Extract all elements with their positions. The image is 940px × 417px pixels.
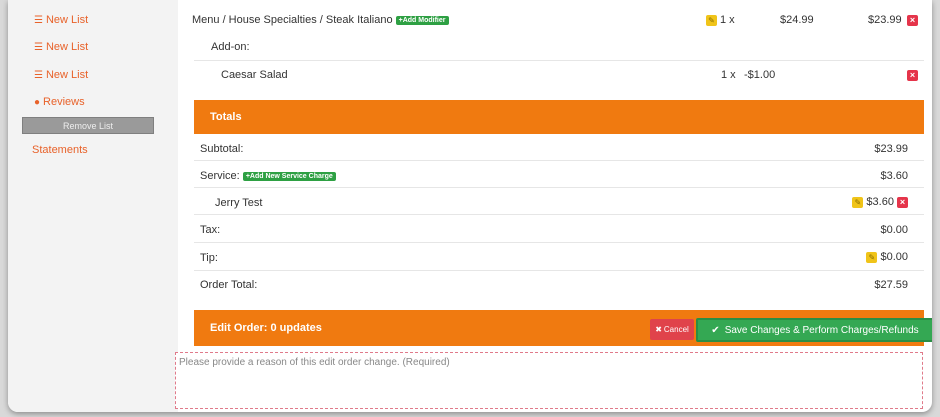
item-name: Menu / House Specialties / Steak Italian… bbox=[192, 14, 393, 26]
subtotal-label: Subtotal: bbox=[200, 143, 244, 155]
service-row: Service: +Add New Service Charge bbox=[200, 170, 336, 182]
edit-icon[interactable]: ✎ bbox=[706, 15, 717, 26]
sidebar-item-label: Reviews bbox=[43, 96, 85, 108]
divider bbox=[194, 214, 924, 215]
item-price: $24.99 bbox=[780, 14, 814, 26]
service-label: Service: bbox=[200, 170, 240, 182]
tax-value: $0.00 bbox=[880, 224, 908, 236]
delete-icon[interactable]: × bbox=[907, 15, 918, 26]
cancel-label: Cancel bbox=[663, 325, 689, 334]
tip-label: Tip: bbox=[200, 252, 218, 264]
comments-icon: ● bbox=[34, 96, 41, 108]
reason-textarea[interactable] bbox=[175, 352, 923, 409]
list-icon: ☰ bbox=[34, 69, 43, 81]
sidebar-item-label: New List bbox=[45, 41, 89, 53]
sidebar-item-new-list-1[interactable]: ☰ New List bbox=[34, 14, 88, 26]
tax-label: Tax: bbox=[200, 224, 221, 236]
divider bbox=[194, 270, 924, 271]
subtotal-value: $23.99 bbox=[874, 143, 908, 155]
sidebar-item-new-list-2[interactable]: ☰ New List bbox=[34, 41, 88, 53]
item-qty: 1 x bbox=[720, 14, 735, 26]
sidebar-item-reviews[interactable]: ● Reviews bbox=[34, 96, 85, 108]
sidebar-item-new-list-3[interactable]: ☰ New List bbox=[34, 69, 88, 81]
close-icon: ✖ bbox=[655, 325, 662, 334]
order-panel: Menu / House Specialties / Steak Italian… bbox=[178, 0, 932, 412]
order-total-value: $27.59 bbox=[874, 279, 908, 291]
cancel-button[interactable]: ✖ Cancel bbox=[650, 319, 694, 340]
sidebar: ☰ New List ☰ New List ☰ New List ● Revie… bbox=[8, 0, 178, 412]
sidebar-item-label: New List bbox=[45, 14, 89, 26]
totals-title: Totals bbox=[210, 111, 242, 123]
delete-icon[interactable]: × bbox=[897, 196, 908, 208]
order-item-row: Menu / House Specialties / Steak Italian… bbox=[192, 14, 449, 26]
order-total-label: Order Total: bbox=[200, 279, 258, 291]
save-changes-button[interactable]: ✔ Save Changes & Perform Charges/Refunds bbox=[696, 318, 932, 342]
service-person-row: ✎ $3.60 × bbox=[852, 196, 908, 208]
service-person-value: $3.60 bbox=[866, 196, 894, 208]
sidebar-item-statements[interactable]: Statements bbox=[32, 144, 88, 156]
service-person: Jerry Test bbox=[215, 197, 263, 209]
edit-icon[interactable]: ✎ bbox=[852, 196, 864, 208]
divider bbox=[194, 242, 924, 243]
edit-icon[interactable]: ✎ bbox=[866, 251, 878, 263]
list-icon: ☰ bbox=[34, 41, 43, 53]
add-service-charge-button[interactable]: +Add New Service Charge bbox=[242, 171, 336, 181]
save-label: Save Changes & Perform Charges/Refunds bbox=[724, 324, 919, 336]
list-icon: ☰ bbox=[34, 14, 43, 26]
remove-list-button[interactable]: Remove List bbox=[22, 117, 154, 134]
service-value: $3.60 bbox=[880, 170, 908, 182]
totals-header: Totals bbox=[194, 100, 924, 134]
divider bbox=[194, 187, 924, 188]
app-frame: ☰ New List ☰ New List ☰ New List ● Revie… bbox=[8, 0, 932, 412]
tip-value: $0.00 bbox=[880, 251, 908, 263]
add-modifier-button[interactable]: +Add Modifier bbox=[395, 15, 449, 25]
tip-row: ✎ $0.00 bbox=[866, 251, 908, 263]
addon-price: -$1.00 bbox=[744, 69, 776, 81]
addon-qty: 1 x bbox=[721, 69, 736, 81]
edit-order-title: Edit Order: 0 updates bbox=[210, 322, 322, 334]
divider bbox=[194, 60, 924, 61]
addon-label: Add-on: bbox=[211, 41, 250, 53]
divider bbox=[194, 160, 924, 161]
item-total: $23.99 bbox=[868, 14, 902, 26]
check-icon: ✔ bbox=[711, 324, 720, 336]
delete-icon[interactable]: × bbox=[907, 70, 918, 81]
addon-name: Caesar Salad bbox=[221, 69, 288, 81]
sidebar-item-label: New List bbox=[45, 69, 89, 81]
